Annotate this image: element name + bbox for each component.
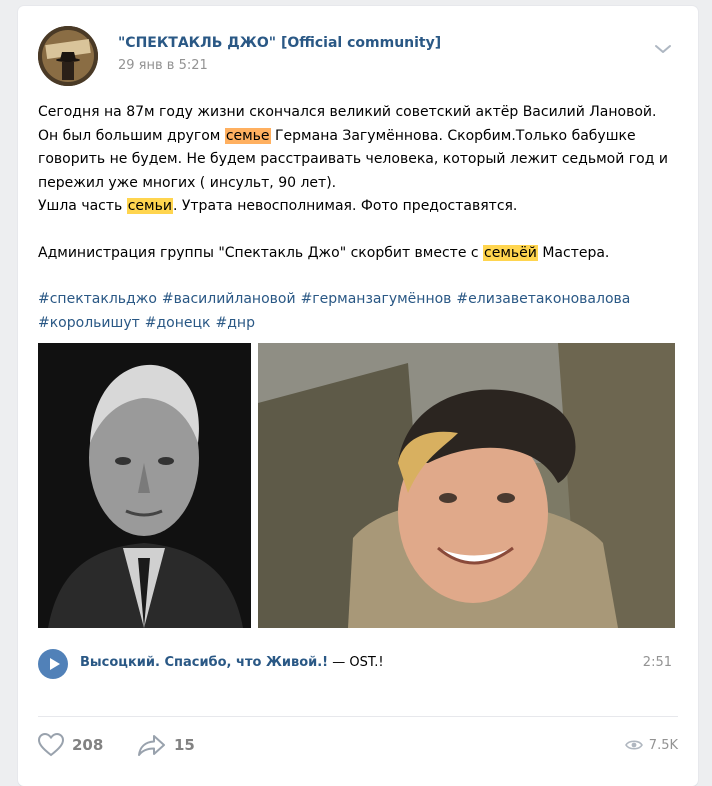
hashtag-link[interactable]: #германзагумённов — [301, 291, 452, 307]
audio-duration: 2:51 — [642, 655, 672, 670]
hashtags: #спектакльджо #василийлановой #германзагум… — [38, 288, 678, 335]
hashtag-link[interactable]: #донецк — [145, 315, 211, 331]
post-author[interactable]: "СПЕКТАКЛЬ ДЖО" [Official community] — [118, 35, 441, 51]
highlight: семьи — [126, 198, 173, 214]
share-button[interactable]: 15 — [138, 730, 195, 760]
photo-portrait-color[interactable] — [258, 343, 675, 628]
audio-track[interactable]: Высоцкий. Спасибо, что Живой.! — OST.! — [80, 655, 384, 670]
audio-attachment: Высоцкий. Спасибо, что Живой.! — OST.! 2… — [38, 649, 678, 679]
like-button[interactable]: 208 — [38, 730, 103, 760]
hashtag-link[interactable]: #елизаветаконовалова — [456, 291, 630, 307]
post-footer: 208 15 7.5K — [38, 730, 678, 760]
chevron-down-icon[interactable] — [654, 40, 672, 53]
photo-portrait-bw[interactable] — [38, 343, 251, 628]
share-count: 15 — [174, 736, 195, 754]
text-span: . Утрата невосполнимая. Фото предоставят… — [172, 198, 518, 214]
post-paragraph: Сегодня на 87м году жизни скончался вели… — [38, 101, 678, 195]
highlight: семьёй — [483, 245, 538, 261]
views-count: 7.5K — [648, 737, 678, 753]
like-count: 208 — [72, 736, 104, 754]
share-icon — [138, 735, 165, 756]
eye-icon — [624, 740, 643, 750]
text-span: Администрация группы "Спектакль Джо" ско… — [38, 245, 484, 261]
hashtag-link[interactable]: #василийлановой — [162, 291, 296, 307]
audio-separator: — — [332, 655, 346, 670]
post-text: Сегодня на 87м году жизни скончался вели… — [38, 101, 678, 266]
post-date[interactable]: 29 янв в 5:21 — [118, 58, 208, 73]
highlight: семье — [224, 127, 271, 144]
post-paragraph: Ушла часть семьи. Утрата невосполнимая. … — [38, 195, 678, 219]
post-card: "СПЕКТАКЛЬ ДЖО" [Official community] 29 … — [18, 6, 698, 786]
community-avatar[interactable] — [38, 26, 98, 86]
heart-icon — [38, 733, 64, 757]
views-counter: 7.5K — [624, 730, 678, 760]
hashtag-link[interactable]: #спектакльджо — [38, 291, 157, 307]
play-icon[interactable] — [38, 649, 68, 679]
text-span: Мастера. — [537, 245, 610, 261]
text-span: Ушла часть — [38, 198, 127, 214]
audio-artist[interactable]: Высоцкий. Спасибо, что Живой.! — [80, 655, 328, 670]
post-paragraph: Администрация группы "Спектакль Джо" ско… — [38, 242, 678, 266]
audio-title[interactable]: OST.! — [349, 655, 383, 670]
hashtag-link[interactable]: #корольишут — [38, 315, 140, 331]
hashtag-link[interactable]: #днр — [216, 315, 255, 331]
divider — [38, 716, 678, 717]
